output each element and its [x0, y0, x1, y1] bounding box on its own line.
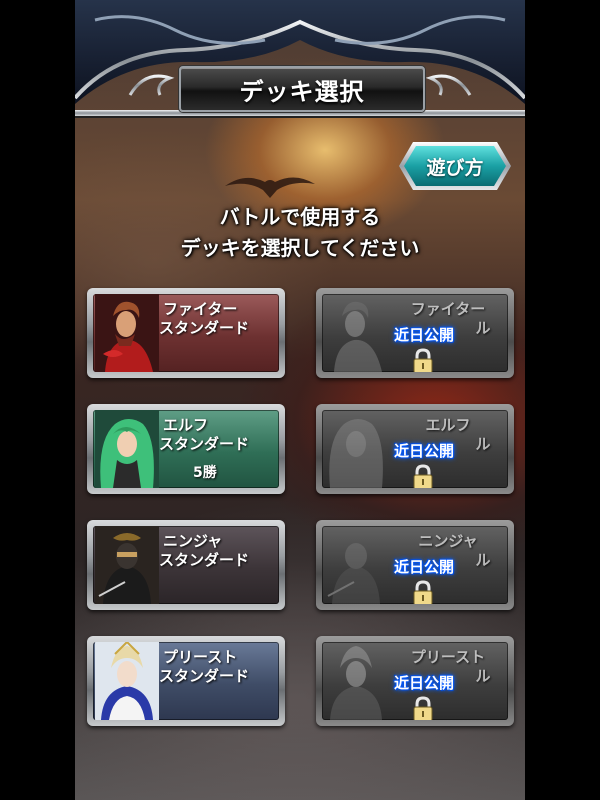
- coming-soon-badge: 近日公開: [393, 674, 454, 692]
- deck-name: ニンジャ スタンダード: [159, 532, 273, 570]
- deck-card-inner: ファイター ル 近日公開: [322, 294, 508, 372]
- deck-card-priest-standard[interactable]: プリースト スタンダード: [87, 636, 285, 726]
- game-screen: デッキ選択 遊び方 バトルで使用する デッキを選択してください ファイター スタ…: [75, 0, 525, 800]
- fighter-portrait-greyed: [334, 301, 382, 372]
- deck-name-line-2: スタンダード: [159, 319, 250, 337]
- deck-name: ファイター スタンダード: [159, 300, 273, 338]
- instruction-text: バトルで使用する デッキを選択してください: [75, 202, 525, 264]
- coming-soon-badge: 近日公開: [393, 442, 454, 460]
- page-title: デッキ選択: [239, 77, 365, 106]
- lock-icon: [413, 348, 433, 372]
- deck-name: エルフ スタンダード: [159, 416, 273, 454]
- deck-name-line-2: スタンダード: [159, 551, 250, 569]
- header-bar: デッキ選択: [75, 0, 525, 118]
- coming-soon-badge: 近日公開: [393, 558, 454, 576]
- deck-name-line-1: ファイター: [410, 300, 486, 318]
- deck-name-line-1: ファイター: [163, 300, 238, 318]
- deck-card-inner: エルフ ル 近日公開: [322, 410, 508, 488]
- title-plate: デッキ選択: [179, 66, 425, 112]
- deck-card-ninja-standard[interactable]: ニンジャ スタンダード: [87, 520, 285, 610]
- deck-card-inner: エルフ スタンダード 5勝: [93, 410, 279, 488]
- how-to-play-label: 遊び方: [426, 156, 484, 179]
- deck-name: プリースト スタンダード: [159, 648, 273, 686]
- deck-name-line-1: エルフ: [163, 416, 209, 434]
- deck-card-inner: プリースト ル 近日公開: [322, 642, 508, 720]
- how-to-play-button[interactable]: 遊び方: [397, 140, 513, 192]
- fighter-portrait: [95, 294, 159, 372]
- deck-card-inner: ファイター スタンダード: [93, 294, 279, 372]
- priest-portrait-greyed: [330, 646, 382, 720]
- deck-card-ninja-locked[interactable]: ニンジャ ル 近日公開: [316, 520, 514, 610]
- deck-card-elf-locked[interactable]: エルフ ル 近日公開: [316, 404, 514, 494]
- ninja-portrait: [95, 526, 159, 604]
- deck-card-inner: ニンジャ スタンダード: [93, 526, 279, 604]
- deck-card-priest-locked[interactable]: プリースト ル 近日公開: [316, 636, 514, 726]
- elf-portrait: [95, 410, 159, 488]
- deck-wins: 5勝: [193, 465, 217, 481]
- deck-card-fighter-locked[interactable]: ファイター ル 近日公開: [316, 288, 514, 378]
- deck-card-fighter-standard[interactable]: ファイター スタンダード: [87, 288, 285, 378]
- background-bird-silhouette: [225, 177, 315, 198]
- deck-name-line-2: スタンダード: [159, 435, 250, 453]
- deck-card-elf-standard[interactable]: エルフ スタンダード 5勝: [87, 404, 285, 494]
- deck-card-inner: ニンジャ ル 近日公開: [322, 526, 508, 604]
- deck-name-line-1: ニンジャ: [163, 532, 223, 550]
- deck-name-line-2: スタンダード: [159, 667, 250, 685]
- lock-icon: [413, 464, 433, 488]
- instruction-line-1: バトルで使用する: [219, 205, 381, 229]
- ninja-portrait-greyed: [327, 543, 380, 604]
- deck-name-line-1: プリースト: [410, 648, 486, 666]
- deck-name-line-1: プリースト: [163, 648, 238, 666]
- elf-portrait-greyed: [329, 419, 383, 488]
- lock-icon: [413, 696, 433, 720]
- deck-card-inner: プリースト スタンダード: [93, 642, 279, 720]
- instruction-line-2: デッキを選択してください: [180, 236, 420, 260]
- priest-portrait: [95, 642, 159, 720]
- lock-icon: [413, 580, 433, 604]
- deck-name-line-1: ニンジャ: [418, 532, 478, 550]
- deck-name-line-1: エルフ: [425, 416, 471, 434]
- coming-soon-badge: 近日公開: [393, 326, 454, 344]
